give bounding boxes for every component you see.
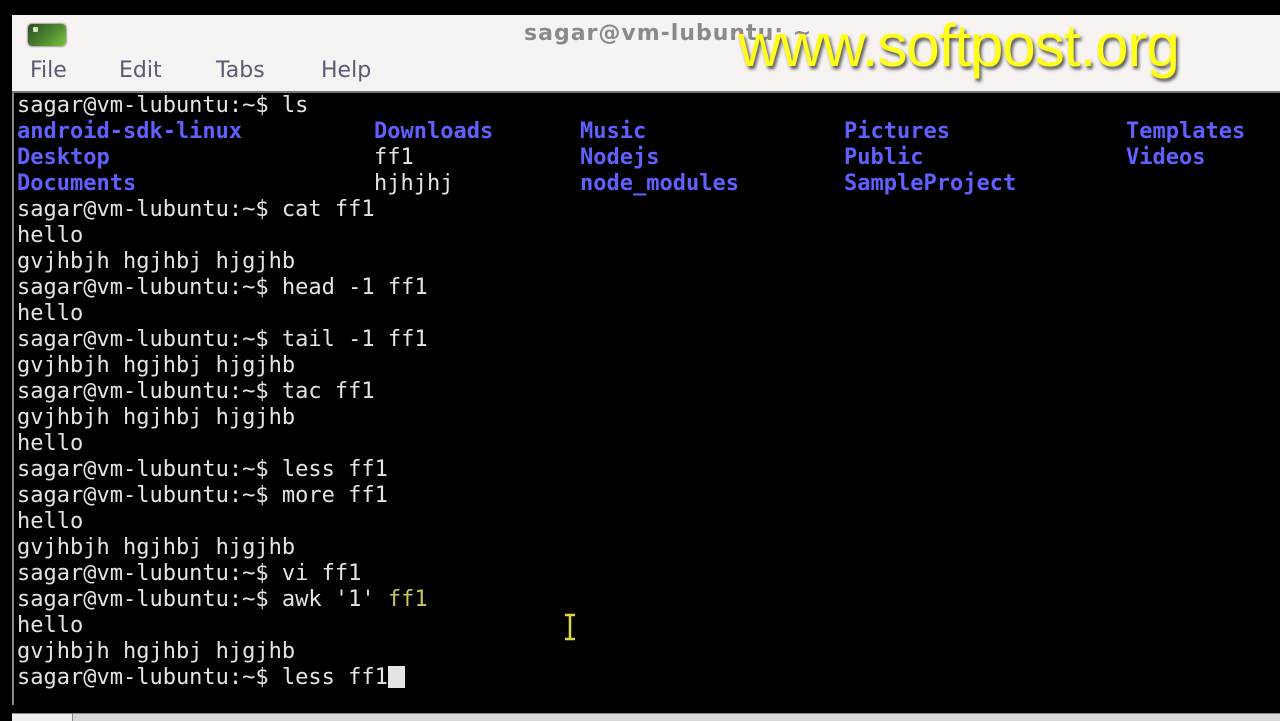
directory-entry: Videos [1126,145,1206,170]
directory-entry: android-sdk-linux [17,119,243,144]
command-line: sagar@vm-lubuntu:~$ head -1 ff1 [17,275,428,301]
command: awk '1' [268,587,388,612]
terminal-window: sagar@vm-lubuntu: ~ File Edit Tabs Help … [12,15,1280,721]
current-command-line[interactable]: sagar@vm-lubuntu:~$ less ff1 [17,665,405,691]
output-line: hello [17,301,84,326]
directory-entry: Templates [1126,119,1246,144]
menu-edit[interactable]: Edit [119,58,162,83]
command: vi ff1 [268,561,362,586]
command-line: sagar@vm-lubuntu:~$ ls [17,93,308,119]
directory-entry: Music [580,119,647,144]
command: cat ff1 [268,197,375,222]
prompt: sagar@vm-lubuntu:~$ [17,457,269,482]
prompt: sagar@vm-lubuntu:~$ [17,327,269,352]
prompt: sagar@vm-lubuntu:~$ [17,587,269,612]
terminal-output[interactable]: sagar@vm-lubuntu:~$ ls android-sdk-linux… [12,93,1280,705]
file-entry: ff1 [374,145,414,170]
output-line: hello [17,431,84,456]
directory-entry: node_modules [580,171,739,196]
directory-entry: Pictures [844,119,950,144]
command-line: sagar@vm-lubuntu:~$ tac ff1 [17,379,375,405]
prompt: sagar@vm-lubuntu:~$ [17,93,269,118]
command: tac ff1 [268,379,375,404]
menu-tabs[interactable]: Tabs [216,58,265,83]
output-line: gvjhbjh hgjhbj hjgjhb [17,405,296,430]
directory-entry: Documents [17,171,137,196]
prompt: sagar@vm-lubuntu:~$ [17,483,269,508]
output-line: gvjhbjh hgjhbj hjgjhb [17,353,296,378]
output-line: gvjhbjh hgjhbj hjgjhb [17,535,296,560]
output-line: hello [17,509,84,534]
menu-help[interactable]: Help [321,58,371,83]
file-entry: hjhjhj [374,171,454,196]
command-line: sagar@vm-lubuntu:~$ cat ff1 [17,197,375,223]
command: head -1 ff1 [268,275,428,300]
command-argument: ff1 [387,587,428,612]
directory-entry: Desktop [17,145,110,170]
watermark: www.softpost.org [738,12,1180,79]
prompt: sagar@vm-lubuntu:~$ [17,379,269,404]
output-line: hello [17,223,84,248]
directory-entry: Nodejs [580,145,660,170]
output-line: hello [17,613,84,638]
command: less ff1 [268,457,388,482]
text-cursor [387,666,405,688]
directory-entry: Public [844,145,924,170]
output-line: gvjhbjh hgjhbj hjgjhb [17,639,296,664]
command-line: sagar@vm-lubuntu:~$ less ff1 [17,457,388,483]
command: more ff1 [268,483,388,508]
command: ls [268,93,309,118]
prompt: sagar@vm-lubuntu:~$ [17,561,269,586]
command-line: sagar@vm-lubuntu:~$ awk '1' ff1 [17,587,428,613]
prompt: sagar@vm-lubuntu:~$ [17,665,269,690]
directory-entry: SampleProject [844,171,1017,196]
output-line: gvjhbjh hgjhbj hjgjhb [17,249,296,274]
menu-file[interactable]: File [30,58,67,83]
command-line: sagar@vm-lubuntu:~$ vi ff1 [17,561,361,587]
i-beam-cursor-icon [565,613,575,641]
current-input[interactable]: less ff1 [269,665,388,690]
command-line: sagar@vm-lubuntu:~$ more ff1 [17,483,388,509]
command: tail -1 ff1 [268,327,428,352]
directory-entry: Downloads [374,119,494,144]
prompt: sagar@vm-lubuntu:~$ [17,197,269,222]
prompt: sagar@vm-lubuntu:~$ [17,275,269,300]
command-line: sagar@vm-lubuntu:~$ tail -1 ff1 [17,327,428,353]
terminal-icon [28,24,66,46]
